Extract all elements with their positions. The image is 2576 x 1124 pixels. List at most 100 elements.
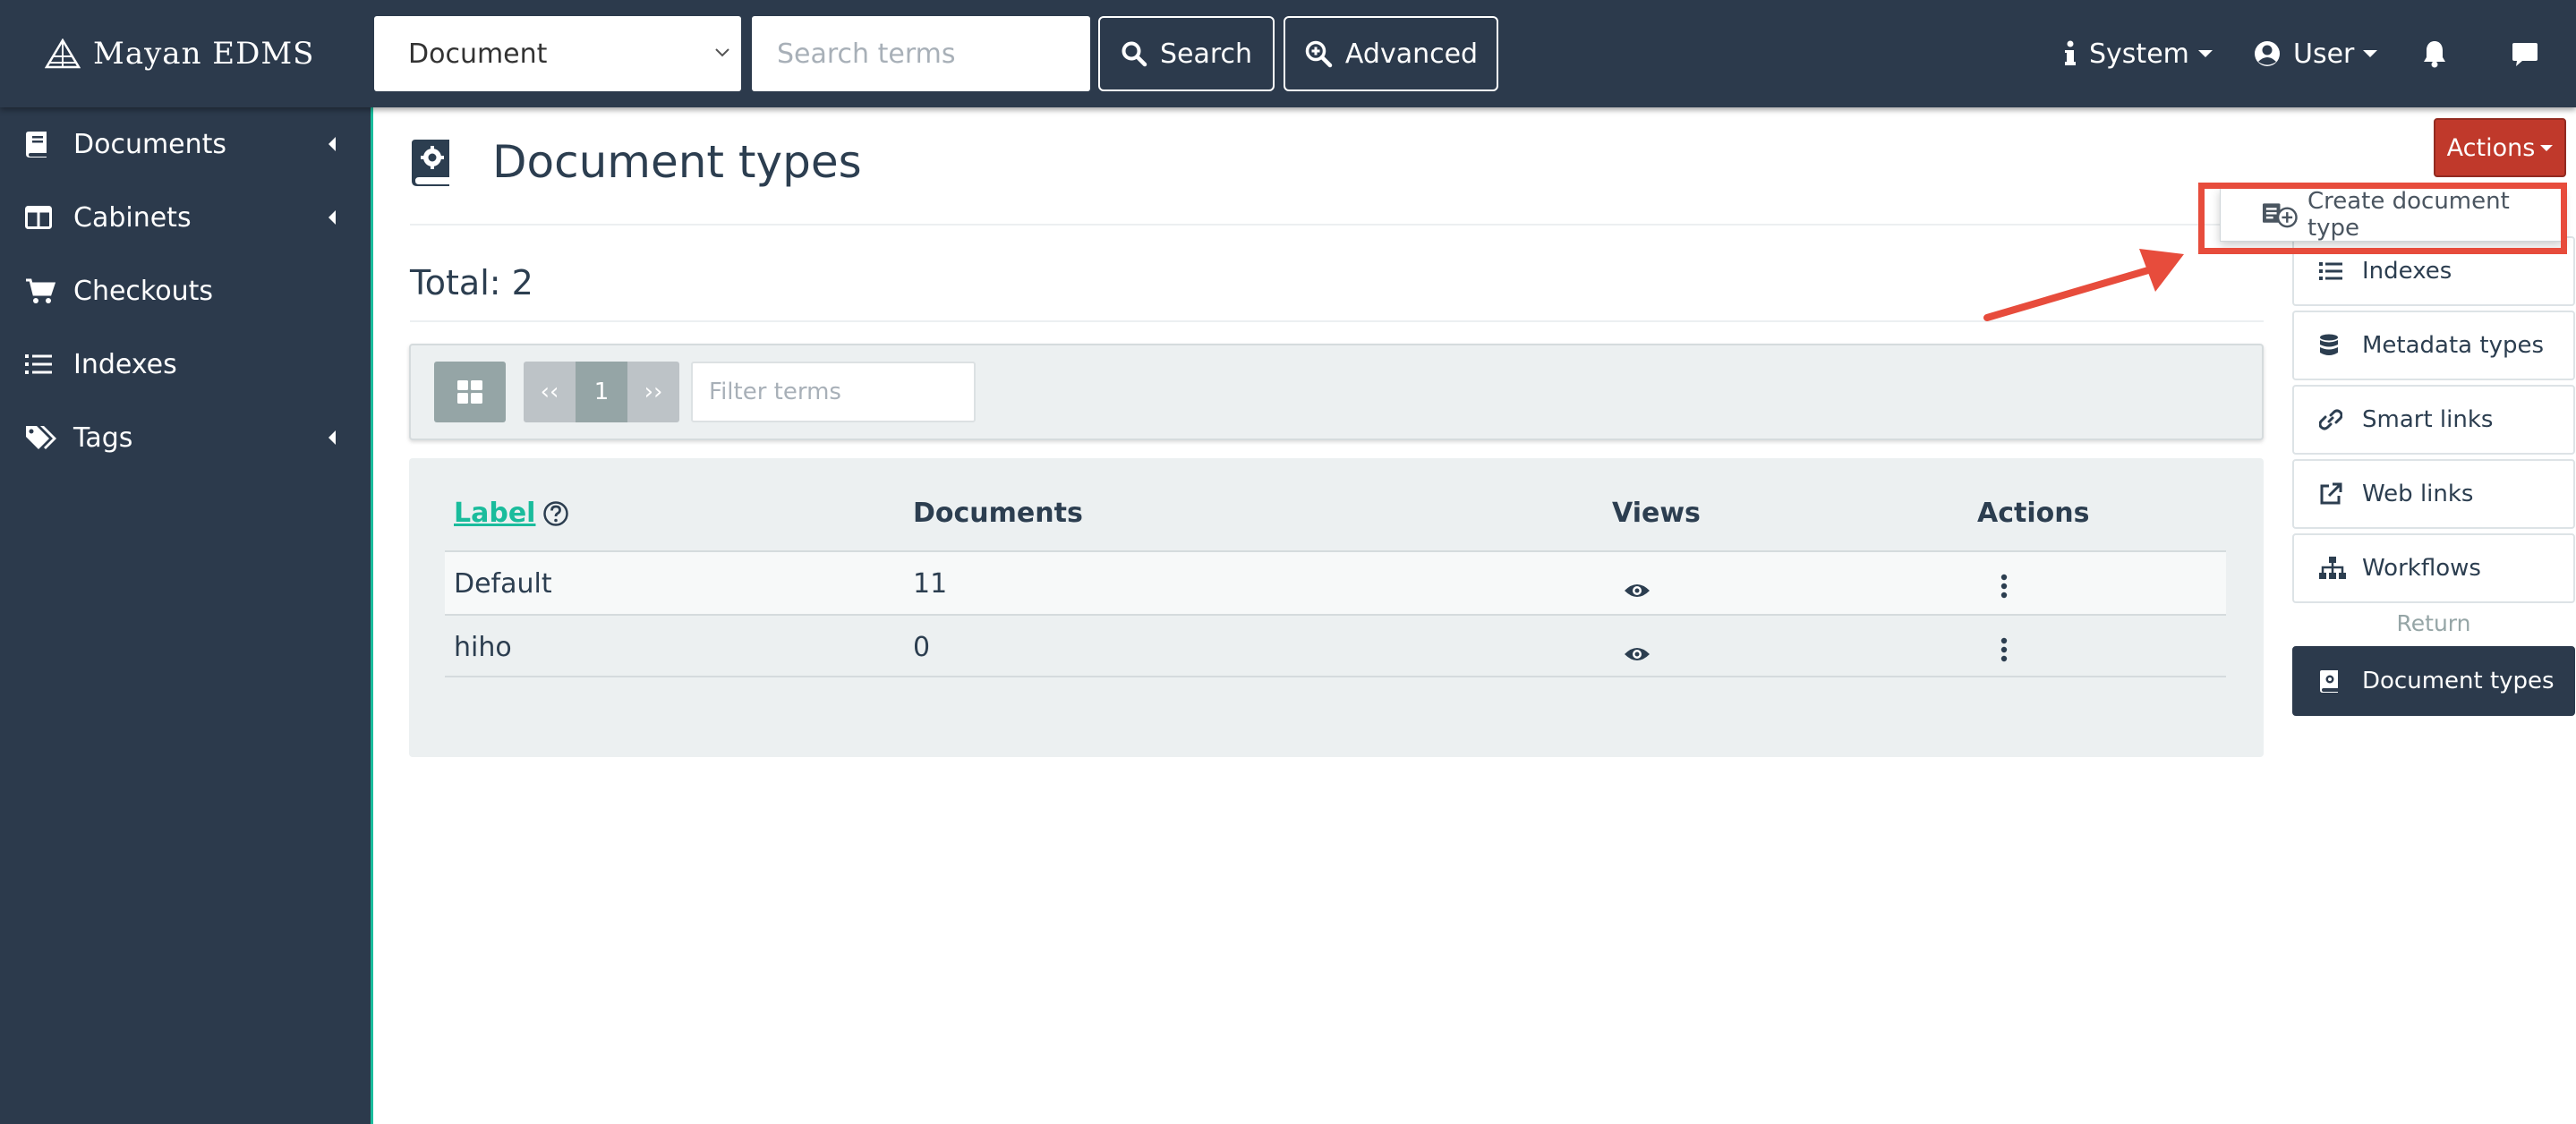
notifications-button[interactable] [2422, 34, 2447, 73]
row-label: Default [454, 568, 552, 600]
search-icon [1122, 41, 1147, 67]
sidebar-item-tags[interactable]: Tags [0, 401, 371, 474]
sidebar-item-checkouts[interactable]: Checkouts [0, 254, 371, 328]
list-icon [2319, 262, 2342, 280]
caret-down-icon [2363, 50, 2378, 57]
link-workflows[interactable]: Workflows [2292, 533, 2575, 603]
search-button-label: Search [1159, 38, 1253, 70]
eye-icon [1625, 584, 1650, 597]
sidebar-item-cabinets[interactable]: Cabinets [0, 181, 371, 254]
comment-icon [2512, 43, 2538, 66]
table-row: hiho 0 [445, 614, 2226, 677]
row-actions-button[interactable] [2000, 637, 2008, 669]
brand-name: Mayan EDMS [93, 36, 315, 72]
search-scope-value: Document [408, 38, 548, 70]
grid-view-button[interactable] [434, 362, 506, 422]
column-header-actions: Actions [1977, 498, 2090, 529]
eye-icon [1625, 648, 1650, 660]
question-circle-icon[interactable] [542, 500, 569, 527]
row-label: hiho [454, 632, 512, 663]
database-icon [2320, 334, 2338, 355]
column-header-views: Views [1612, 498, 1701, 529]
sitemap-icon [2319, 557, 2346, 579]
annotation-arrow [1983, 249, 2184, 321]
columns-icon [25, 206, 52, 229]
list-icon [25, 354, 52, 374]
caret-left-icon [328, 210, 336, 225]
pagination-prev[interactable]: ‹‹ [524, 362, 576, 422]
column-header-label[interactable]: Label [454, 498, 569, 529]
book-icon [26, 132, 47, 158]
page-header: Document types [410, 136, 862, 188]
sidebar-item-label: Tags [73, 422, 133, 454]
ellipsis-vertical-icon [2000, 637, 2008, 662]
filter-input[interactable] [691, 362, 976, 422]
view-button[interactable] [1624, 575, 1651, 607]
row-documents-count: 0 [913, 632, 931, 663]
link-label: Web links [2362, 481, 2474, 507]
pagination-page-1[interactable]: 1 [576, 362, 627, 422]
label-sort-link[interactable]: Label [454, 498, 535, 529]
user-menu[interactable]: User [2254, 34, 2378, 73]
external-link-icon [2320, 482, 2342, 505]
return-label: Return [2396, 610, 2471, 636]
column-header-documents: Documents [913, 498, 1083, 529]
link-label: Smart links [2362, 406, 2494, 433]
link-icon [2319, 409, 2342, 430]
annotation-highlight-box [2198, 183, 2567, 254]
mayan-pyramid-icon [45, 38, 81, 69]
user-circle-icon [2255, 41, 2280, 66]
actions-dropdown-button[interactable]: Actions [2434, 118, 2566, 177]
brand-logo[interactable]: Mayan EDMS [45, 34, 314, 73]
caret-left-icon [328, 430, 336, 445]
link-label: Indexes [2362, 258, 2452, 285]
title-divider [410, 224, 2264, 226]
table-row: Default 11 [445, 550, 2226, 614]
search-button[interactable]: Search [1098, 16, 1275, 91]
info-icon [2065, 40, 2076, 65]
page-title: Document types [492, 136, 862, 188]
link-document-types[interactable]: Document types [2292, 646, 2575, 716]
sidebar-item-label: Documents [73, 128, 227, 160]
total-count: Total: 2 [410, 263, 533, 302]
link-label: Metadata types [2362, 332, 2545, 359]
shopping-cart-icon [26, 278, 55, 303]
sidebar-item-documents[interactable]: Documents [0, 107, 371, 181]
system-menu[interactable]: System [2064, 34, 2213, 73]
search-scope-select[interactable]: Document [374, 16, 741, 91]
sidebar-item-label: Checkouts [73, 275, 213, 307]
advanced-search-button[interactable]: Advanced [1284, 16, 1498, 91]
sidebar-item-label: Indexes [73, 348, 177, 380]
system-menu-label: System [2089, 38, 2189, 70]
actions-button-label: Actions [2446, 133, 2536, 162]
caret-down-icon [2197, 50, 2213, 57]
caret-down-icon [2540, 144, 2554, 151]
search-plus-icon [1305, 40, 1333, 68]
document-type-icon [412, 140, 449, 186]
link-web-links[interactable]: Web links [2292, 459, 2575, 529]
sidebar-item-label: Cabinets [73, 201, 192, 234]
ellipsis-vertical-icon [2000, 574, 2008, 599]
pagination: ‹‹ 1 ›› [524, 362, 679, 422]
link-smart-links[interactable]: Smart links [2292, 385, 2575, 455]
top-navbar: Mayan EDMS Document Search Advanced [0, 0, 2576, 107]
row-actions-button[interactable] [2000, 574, 2008, 606]
advanced-button-label: Advanced [1344, 38, 1479, 70]
th-large-icon [457, 380, 482, 404]
link-metadata-types[interactable]: Metadata types [2292, 311, 2575, 380]
link-label: Workflows [2362, 555, 2481, 582]
sidebar: Documents Cabinets Checkouts Indexes Tag… [0, 107, 373, 1124]
sidebar-item-indexes[interactable]: Indexes [0, 328, 371, 401]
tags-icon [26, 426, 56, 449]
search-input[interactable] [752, 16, 1090, 91]
chevron-down-icon [715, 48, 729, 57]
messages-button[interactable] [2512, 34, 2538, 73]
user-menu-label: User [2293, 38, 2355, 70]
pagination-next[interactable]: ›› [627, 362, 679, 422]
document-type-icon [2320, 670, 2338, 693]
view-button[interactable] [1624, 639, 1651, 670]
caret-left-icon [328, 137, 336, 151]
row-documents-count: 11 [913, 568, 948, 600]
link-label: Document types [2362, 668, 2555, 694]
document-types-table: Label Documents Views Actions Default 11… [409, 458, 2264, 757]
